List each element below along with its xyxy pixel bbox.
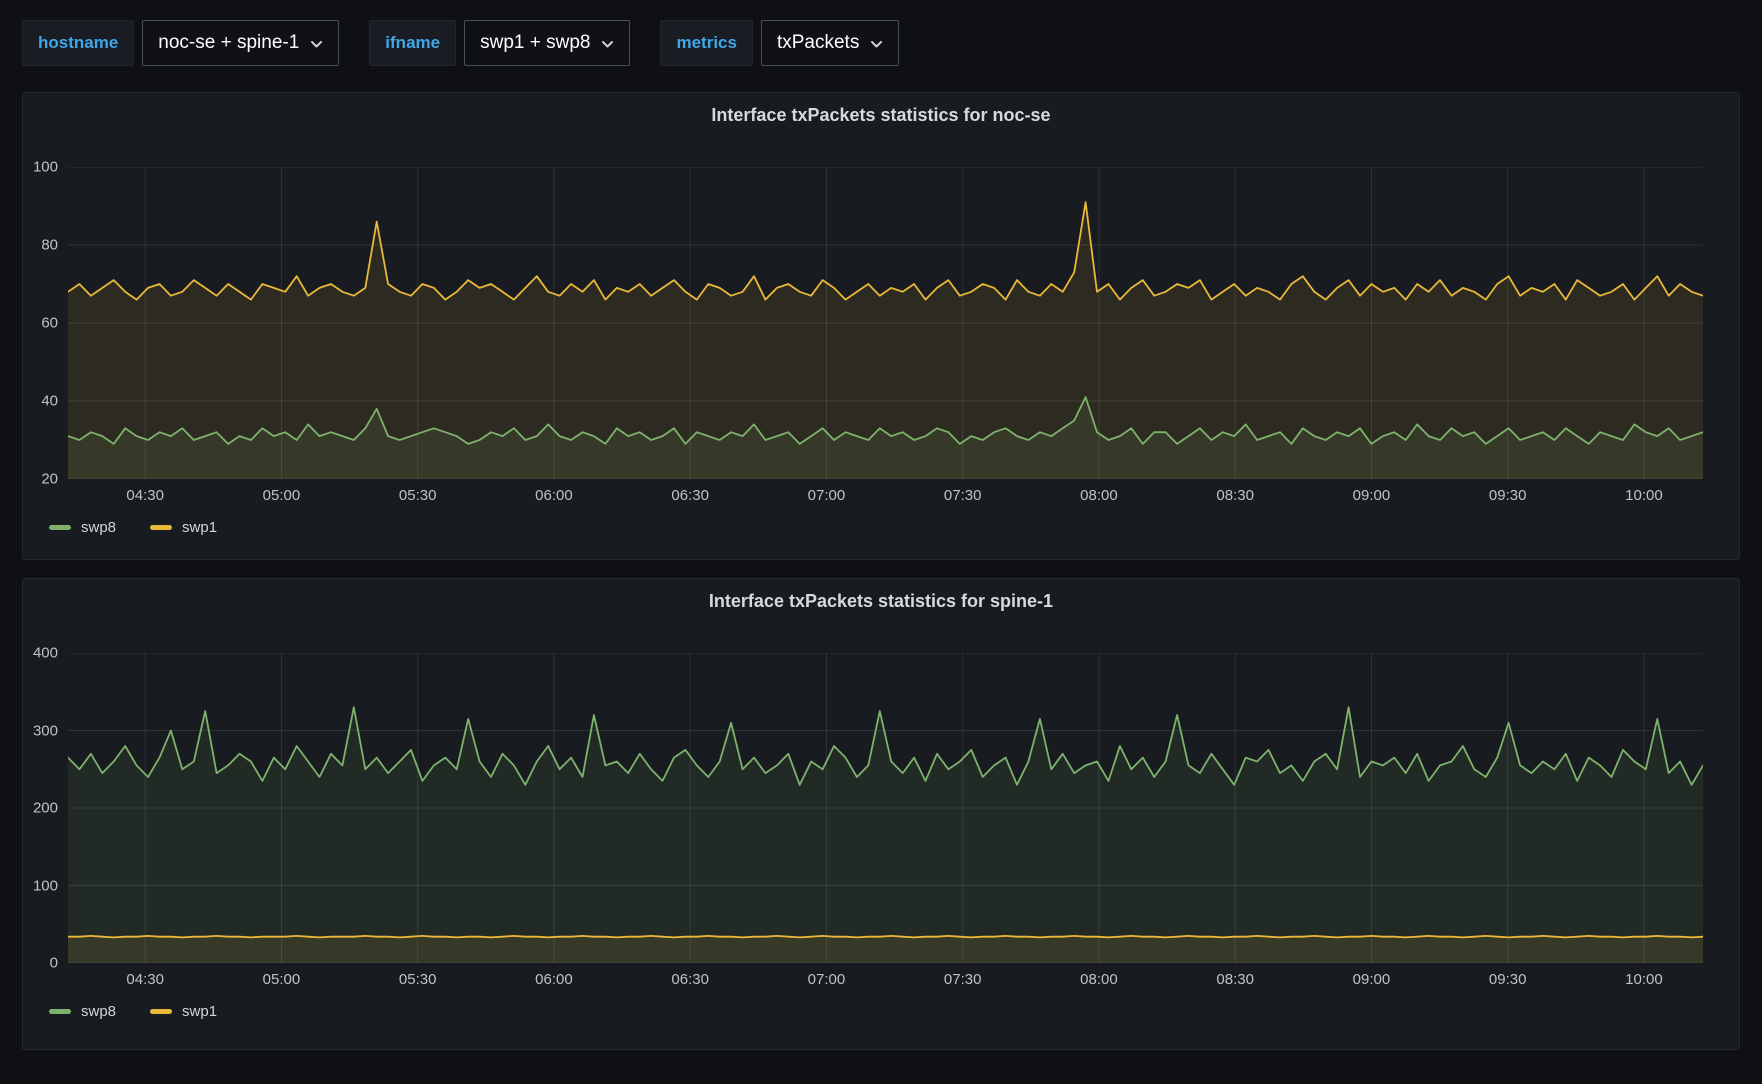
x-tick-label: 09:30 <box>1489 972 1527 989</box>
panel-title: Interface txPackets statistics for spine… <box>23 579 1739 612</box>
legend-swatch <box>150 1009 172 1014</box>
chevron-down-icon <box>870 40 883 49</box>
filter-value-ifname[interactable]: swp1 + swp8 <box>464 20 630 66</box>
filter-group-metrics: metrics txPackets <box>660 20 899 66</box>
y-tick-label: 100 <box>33 878 58 893</box>
legend-swatch <box>150 525 172 530</box>
chevron-down-icon <box>310 40 323 49</box>
y-tick-label: 200 <box>33 801 58 816</box>
panel-spine-1: Interface txPackets statistics for spine… <box>22 578 1740 1050</box>
x-axis: 04:30 05:00 05:30 06:00 06:30 07:00 07:30 08:00… <box>68 488 1703 506</box>
legend-item-swp1[interactable]: swp1 <box>150 1003 217 1020</box>
y-axis: 10080604020 <box>23 167 68 479</box>
legend-item-swp8[interactable]: swp8 <box>49 1003 116 1020</box>
x-tick-label: 06:00 <box>535 488 573 505</box>
y-tick-label: 300 <box>33 723 58 738</box>
x-tick-label: 09:30 <box>1489 488 1527 505</box>
chevron-down-icon <box>601 40 614 49</box>
x-tick-label: 06:30 <box>671 488 709 505</box>
x-tick-label: 09:00 <box>1353 972 1391 989</box>
y-tick-label: 80 <box>41 238 58 253</box>
filter-value-text: txPackets <box>777 32 859 54</box>
panel-noc-se: Interface txPackets statistics for noc-s… <box>22 92 1740 560</box>
x-tick-label: 09:00 <box>1353 488 1391 505</box>
chart-canvas <box>68 167 1703 479</box>
x-tick-label: 05:00 <box>263 972 301 989</box>
x-tick-label: 07:00 <box>808 972 846 989</box>
plot-area[interactable] <box>68 167 1703 479</box>
x-tick-label: 05:30 <box>399 488 437 505</box>
filter-value-hostname[interactable]: noc-se + spine-1 <box>142 20 339 66</box>
x-tick-label: 10:00 <box>1625 488 1663 505</box>
x-axis: 04:30 05:00 05:30 06:00 06:30 07:00 07:30 08:00… <box>68 972 1703 990</box>
x-tick-label: 04:30 <box>126 972 164 989</box>
y-tick-label: 60 <box>41 316 58 331</box>
y-axis: 4003002001000 <box>23 653 68 963</box>
filter-value-metrics[interactable]: txPackets <box>761 20 899 66</box>
x-tick-label: 08:30 <box>1216 488 1254 505</box>
x-tick-label: 08:00 <box>1080 972 1118 989</box>
legend: swp8 swp1 <box>49 1003 1739 1020</box>
legend-swatch <box>49 1009 71 1014</box>
y-tick-label: 20 <box>41 472 58 487</box>
legend-label: swp8 <box>81 1003 116 1020</box>
filter-value-text: noc-se + spine-1 <box>158 32 299 54</box>
legend-item-swp1[interactable]: swp1 <box>150 519 217 536</box>
filter-label-metrics: metrics <box>660 20 752 66</box>
chart-area: 10080604020 <box>23 167 1739 479</box>
variable-filter-bar: hostname noc-se + spine-1 ifname swp1 + … <box>0 0 1762 66</box>
x-tick-label: 05:00 <box>263 488 301 505</box>
filter-value-text: swp1 + swp8 <box>480 32 590 54</box>
x-tick-label: 08:00 <box>1080 488 1118 505</box>
x-tick-label: 07:30 <box>944 972 982 989</box>
filter-label-hostname: hostname <box>22 20 134 66</box>
filter-group-ifname: ifname swp1 + swp8 <box>369 20 630 66</box>
y-tick-label: 40 <box>41 394 58 409</box>
legend-label: swp1 <box>182 519 217 536</box>
legend: swp8 swp1 <box>49 519 1739 536</box>
legend-item-swp8[interactable]: swp8 <box>49 519 116 536</box>
chart-canvas <box>68 653 1703 963</box>
x-tick-label: 05:30 <box>399 972 437 989</box>
legend-label: swp1 <box>182 1003 217 1020</box>
legend-label: swp8 <box>81 519 116 536</box>
y-tick-label: 0 <box>50 956 58 971</box>
panel-title: Interface txPackets statistics for noc-s… <box>23 93 1739 126</box>
x-tick-label: 08:30 <box>1216 972 1254 989</box>
x-tick-label: 04:30 <box>126 488 164 505</box>
y-tick-label: 400 <box>33 646 58 661</box>
x-tick-label: 07:00 <box>808 488 846 505</box>
x-tick-label: 06:00 <box>535 972 573 989</box>
x-tick-label: 07:30 <box>944 488 982 505</box>
x-tick-label: 06:30 <box>671 972 709 989</box>
plot-area[interactable] <box>68 653 1703 963</box>
x-tick-label: 10:00 <box>1625 972 1663 989</box>
y-tick-label: 100 <box>33 160 58 175</box>
filter-group-hostname: hostname noc-se + spine-1 <box>22 20 339 66</box>
legend-swatch <box>49 525 71 530</box>
chart-area: 4003002001000 <box>23 653 1739 963</box>
filter-label-ifname: ifname <box>369 20 456 66</box>
